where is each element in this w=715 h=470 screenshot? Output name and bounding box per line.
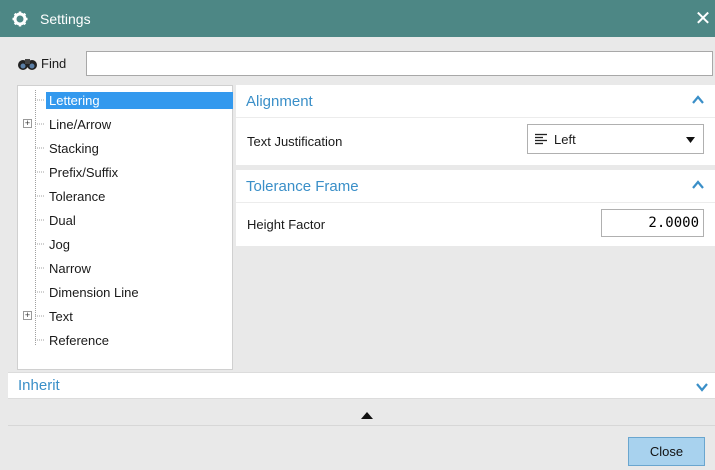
- close-button[interactable]: Close: [628, 437, 705, 466]
- tolerance-frame-title: Tolerance Frame: [246, 177, 359, 195]
- align-left-icon: [535, 133, 547, 145]
- tree-item-reference[interactable]: Reference: [18, 328, 232, 352]
- tree-item-jog[interactable]: Jog: [18, 232, 232, 256]
- dialog-title: Settings: [40, 10, 91, 27]
- tree-item-label: Dimension Line: [49, 285, 139, 300]
- divider: [8, 425, 715, 426]
- tree-item-label: Dual: [49, 213, 76, 228]
- alignment-header[interactable]: Alignment: [236, 85, 715, 117]
- find-input[interactable]: [86, 51, 713, 76]
- settings-dialog: Settings ✕ Find Lettering + Line/Arrow S…: [0, 0, 715, 470]
- text-justification-value: Left: [554, 131, 576, 147]
- text-justification-label: Text Justification: [247, 134, 343, 149]
- tree-item-label: Tolerance: [49, 189, 106, 204]
- tree-item-label: Text: [49, 309, 73, 324]
- tree-item-dimension-line[interactable]: Dimension Line: [18, 280, 232, 304]
- title-bar: Settings ✕: [0, 0, 715, 37]
- tolerance-frame-header[interactable]: Tolerance Frame: [236, 170, 715, 202]
- find-row: Find: [17, 50, 66, 77]
- settings-tree: Lettering + Line/Arrow Stacking Prefix/S…: [17, 85, 233, 370]
- alignment-title: Alignment: [246, 92, 313, 110]
- tree-item-label: Reference: [49, 333, 109, 348]
- binoculars-icon: [17, 56, 39, 72]
- text-justification-row: Text Justification Left: [236, 117, 715, 165]
- chevron-down-icon: [686, 137, 695, 143]
- gear-icon: [10, 9, 30, 29]
- expand-icon[interactable]: +: [23, 311, 32, 320]
- tolerance-frame-section: Tolerance Frame Height Factor: [236, 170, 715, 246]
- tree-item-stacking[interactable]: Stacking: [18, 136, 232, 160]
- tree-item-tolerance[interactable]: Tolerance: [18, 184, 232, 208]
- tree-item-narrow[interactable]: Narrow: [18, 256, 232, 280]
- tree-item-label: Stacking: [49, 141, 99, 156]
- tree-item-prefix-suffix[interactable]: Prefix/Suffix: [18, 160, 232, 184]
- collapse-arrow-icon[interactable]: [361, 412, 373, 419]
- find-label: Find: [41, 56, 67, 71]
- tree-item-label: Prefix/Suffix: [49, 165, 119, 180]
- text-justification-dropdown[interactable]: Left: [527, 124, 704, 154]
- tree-item-line-arrow[interactable]: + Line/Arrow: [18, 112, 232, 136]
- close-icon[interactable]: ✕: [693, 8, 713, 30]
- height-factor-input[interactable]: [601, 209, 704, 237]
- settings-content: Alignment Text Justification Left Tolera…: [236, 85, 715, 370]
- collapse-caret-icon[interactable]: [691, 179, 705, 191]
- inherit-title: Inherit: [18, 377, 60, 394]
- tree-item-text[interactable]: + Text: [18, 304, 232, 328]
- tree-item-label: Lettering: [46, 92, 233, 109]
- tree-item-lettering[interactable]: Lettering: [18, 88, 233, 112]
- tree-item-label: Narrow: [49, 261, 91, 276]
- expand-caret-icon[interactable]: [695, 381, 709, 393]
- alignment-section: Alignment Text Justification Left: [236, 85, 715, 165]
- tree-item-label: Jog: [49, 237, 70, 252]
- collapse-caret-icon[interactable]: [691, 94, 705, 106]
- tree-item-dual[interactable]: Dual: [18, 208, 232, 232]
- inherit-section-header[interactable]: Inherit: [8, 372, 715, 399]
- height-factor-row: Height Factor: [236, 202, 715, 246]
- expand-icon[interactable]: +: [23, 119, 32, 128]
- tree-item-label: Line/Arrow: [49, 117, 112, 132]
- height-factor-label: Height Factor: [247, 217, 326, 232]
